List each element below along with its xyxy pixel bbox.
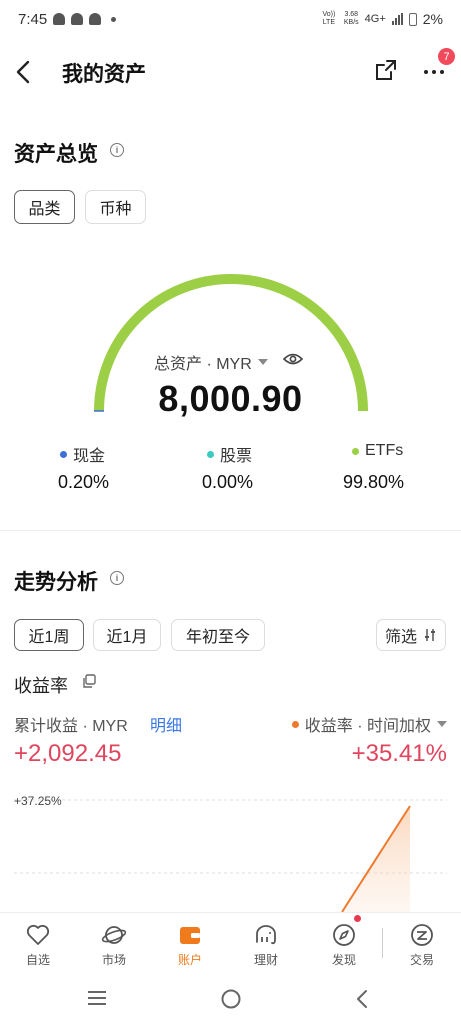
copy-icon[interactable] bbox=[82, 674, 96, 688]
chevron-down-icon bbox=[437, 721, 447, 727]
system-back-icon[interactable] bbox=[354, 988, 370, 1010]
wallet-icon bbox=[180, 927, 200, 944]
period-1month[interactable]: 近1月 bbox=[93, 619, 161, 651]
notification-dot-icon bbox=[111, 16, 117, 22]
tab-trade[interactable]: 交易 bbox=[384, 913, 460, 973]
total-asset-value: 8,000.90 bbox=[158, 378, 303, 419]
page-title: 我的资产 bbox=[62, 63, 146, 86]
snapchat-icon bbox=[53, 13, 66, 25]
filter-icon bbox=[425, 629, 435, 641]
eye-icon[interactable] bbox=[283, 351, 303, 367]
snapchat-icon bbox=[89, 13, 102, 25]
planet-icon bbox=[101, 926, 127, 944]
legend-dot bbox=[352, 447, 359, 455]
legend-stocks: 股票 bbox=[207, 442, 252, 466]
tab-account[interactable]: 账户 bbox=[152, 913, 228, 973]
stocks-percent: 0.00% bbox=[202, 472, 254, 492]
tab-category[interactable]: 品类 bbox=[14, 190, 75, 224]
elephant-icon bbox=[256, 925, 276, 945]
tab-watchlist[interactable]: 自选 bbox=[0, 913, 76, 973]
notification-badge: 7 bbox=[438, 48, 455, 65]
back-icon[interactable] bbox=[14, 58, 34, 86]
recent-apps-icon[interactable] bbox=[86, 990, 108, 1006]
legend-dot bbox=[60, 450, 67, 458]
signal-icon bbox=[391, 13, 403, 25]
status-time: 7:45 bbox=[18, 10, 48, 28]
network-speed: 3.68 KB/s bbox=[343, 11, 359, 26]
info-icon[interactable]: i bbox=[110, 571, 124, 585]
trade-icon bbox=[411, 924, 433, 946]
tab-discover[interactable]: 发现 bbox=[306, 913, 382, 973]
legend-dot bbox=[207, 450, 214, 458]
filter-button[interactable]: 筛选 bbox=[376, 619, 446, 651]
chart-max-label: +37.25% bbox=[14, 794, 62, 808]
chevron-down-icon bbox=[257, 359, 268, 365]
battery-icon bbox=[408, 12, 417, 26]
series-dot bbox=[291, 720, 299, 728]
total-asset-label[interactable]: 总资产 · MYR bbox=[154, 350, 268, 374]
trend-title: 走势分析 bbox=[14, 571, 98, 594]
overview-title: 资产总览 bbox=[14, 143, 98, 166]
cumulative-label: 累计收益 · MYR bbox=[14, 718, 128, 735]
cumulative-value: +2,092.45 bbox=[14, 740, 122, 767]
detail-link[interactable]: 明细 bbox=[150, 712, 182, 736]
status-bar: 7:45 Vo)) LTE 3.68 KB/s 4G+ 2% bbox=[0, 0, 461, 38]
share-icon[interactable] bbox=[374, 58, 398, 82]
tab-divider bbox=[382, 928, 383, 958]
period-1week[interactable]: 近1周 bbox=[14, 619, 84, 651]
return-chart bbox=[14, 799, 447, 912]
etfs-percent: 99.80% bbox=[343, 472, 405, 492]
tab-currency[interactable]: 币种 bbox=[85, 190, 146, 224]
yield-label: 收益率 bbox=[14, 676, 68, 696]
battery-level: 2% bbox=[422, 11, 443, 27]
tab-market[interactable]: 市场 bbox=[76, 913, 152, 973]
bottom-tabbar: 自选 市场 账户 理财 发现 交易 bbox=[0, 912, 461, 972]
tab-wealth[interactable]: 理财 bbox=[228, 913, 304, 973]
info-icon[interactable]: i bbox=[110, 143, 124, 157]
rate-value: +35.41% bbox=[351, 740, 447, 767]
cash-percent: 0.20% bbox=[58, 472, 110, 492]
legend-etfs: ETFs bbox=[352, 442, 403, 460]
system-navbar bbox=[0, 972, 461, 1024]
discover-notification-dot bbox=[354, 915, 361, 922]
app-header: 我的资产 bbox=[0, 38, 461, 106]
heart-icon bbox=[26, 924, 50, 945]
network-volte: Vo)) LTE bbox=[322, 11, 336, 26]
legend-cash: 现金 bbox=[60, 442, 105, 466]
rate-label[interactable]: 收益率 · 时间加权 bbox=[291, 712, 447, 736]
compass-icon bbox=[333, 924, 355, 946]
period-ytd[interactable]: 年初至今 bbox=[171, 619, 265, 651]
network-type: 4G+ bbox=[364, 13, 386, 25]
section-divider bbox=[0, 530, 461, 531]
home-icon[interactable] bbox=[220, 988, 242, 1010]
snapchat-icon bbox=[71, 13, 84, 25]
